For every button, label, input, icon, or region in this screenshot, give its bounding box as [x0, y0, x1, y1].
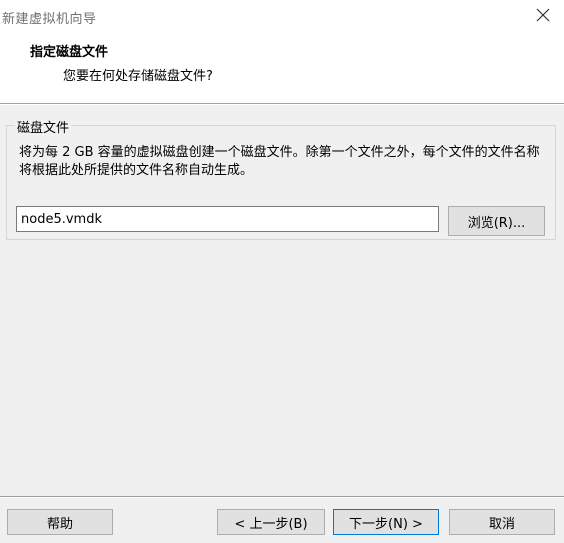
window-title: 新建虚拟机向导 [2, 12, 97, 27]
wizard-header: 指定磁盘文件 您要在何处存储磁盘文件? [0, 32, 564, 103]
page-subtitle: 您要在何处存储磁盘文件? [63, 69, 213, 84]
disk-filename-input[interactable] [16, 206, 439, 232]
close-icon [536, 8, 550, 22]
new-vm-wizard-window: 新建虚拟机向导 指定磁盘文件 您要在何处存储磁盘文件? 磁盘文件 将为每 2 G… [0, 0, 564, 543]
group-description: 将为每 2 GB 容量的虚拟磁盘创建一个磁盘文件。除第一个文件之外，每个文件的文… [19, 145, 540, 178]
browse-button[interactable]: 浏览(R)... [448, 206, 545, 236]
back-button[interactable]: < 上一步(B) [217, 509, 325, 535]
group-legend: 磁盘文件 [15, 117, 72, 136]
header-divider [0, 103, 564, 105]
page-title: 指定磁盘文件 [30, 45, 109, 60]
help-button[interactable]: 帮助 [7, 509, 113, 535]
title-bar: 新建虚拟机向导 [0, 0, 564, 32]
close-button[interactable] [530, 4, 556, 28]
footer-divider [0, 496, 564, 498]
disk-file-group: 磁盘文件 将为每 2 GB 容量的虚拟磁盘创建一个磁盘文件。除第一个文件之外，每… [6, 117, 556, 240]
cancel-button[interactable]: 取消 [449, 509, 555, 535]
next-button[interactable]: 下一步(N) > [333, 509, 439, 535]
